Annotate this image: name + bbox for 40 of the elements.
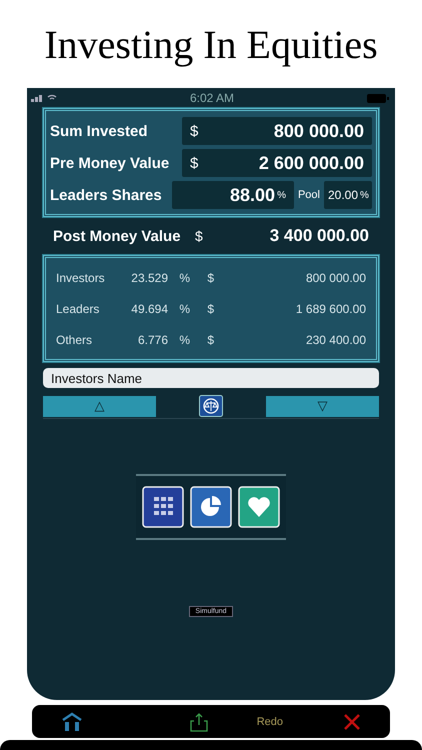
home-icon[interactable]	[62, 712, 82, 732]
share-percent: 23.529	[130, 270, 168, 284]
share-amount: 230 400.00	[306, 332, 366, 346]
currency-symbol: $	[206, 302, 214, 316]
post-money-value: 3 400 000.00	[270, 226, 369, 246]
share-amount: 800 000.00	[306, 270, 366, 284]
screen-title: Investing In Equities	[43, 20, 379, 69]
currency-symbol: $	[195, 228, 203, 244]
input-label: Pre Money Value	[50, 154, 170, 172]
share-percent: 6.776	[136, 332, 168, 346]
share-label: Investors	[56, 270, 106, 284]
share-percent: 49.694	[130, 302, 168, 316]
pool-label: Pool	[298, 189, 320, 201]
redo-button[interactable]: Redo	[250, 714, 289, 728]
percent-sign: %	[178, 302, 190, 316]
share-icon[interactable]	[190, 712, 208, 732]
post-money-label: Post Money Value	[53, 228, 182, 244]
pie-chart-icon[interactable]	[190, 486, 232, 528]
down-button[interactable]: ▽	[266, 396, 379, 416]
share-amount: 1 689 600.00	[296, 302, 366, 316]
input-label: Sum Invested	[50, 122, 149, 140]
scale-icon[interactable]	[199, 395, 223, 417]
currency-symbol: $	[206, 270, 214, 284]
percent-sign: %	[178, 270, 190, 284]
percent-sign: %	[178, 332, 190, 346]
percent-field[interactable]: 88.00%	[172, 181, 294, 209]
currency-symbol: $	[206, 332, 214, 346]
name-field[interactable]: Investors Name	[43, 368, 379, 388]
close-icon[interactable]	[344, 714, 360, 730]
share-label: Others	[56, 332, 94, 346]
amount-field[interactable]: $ 2 600 000.00	[182, 149, 372, 177]
signal-icon	[31, 94, 57, 102]
share-label: Leaders	[56, 302, 100, 316]
input-label: Leaders Shares	[50, 186, 163, 204]
status-time: 6:02 AM	[190, 91, 234, 105]
up-button[interactable]: △	[43, 396, 156, 416]
grid-icon[interactable]	[142, 486, 184, 528]
amount-field[interactable]: $ 800 000.00	[182, 117, 372, 145]
battery-icon	[367, 94, 389, 102]
pool-field[interactable]: 20.00 %	[324, 181, 372, 209]
